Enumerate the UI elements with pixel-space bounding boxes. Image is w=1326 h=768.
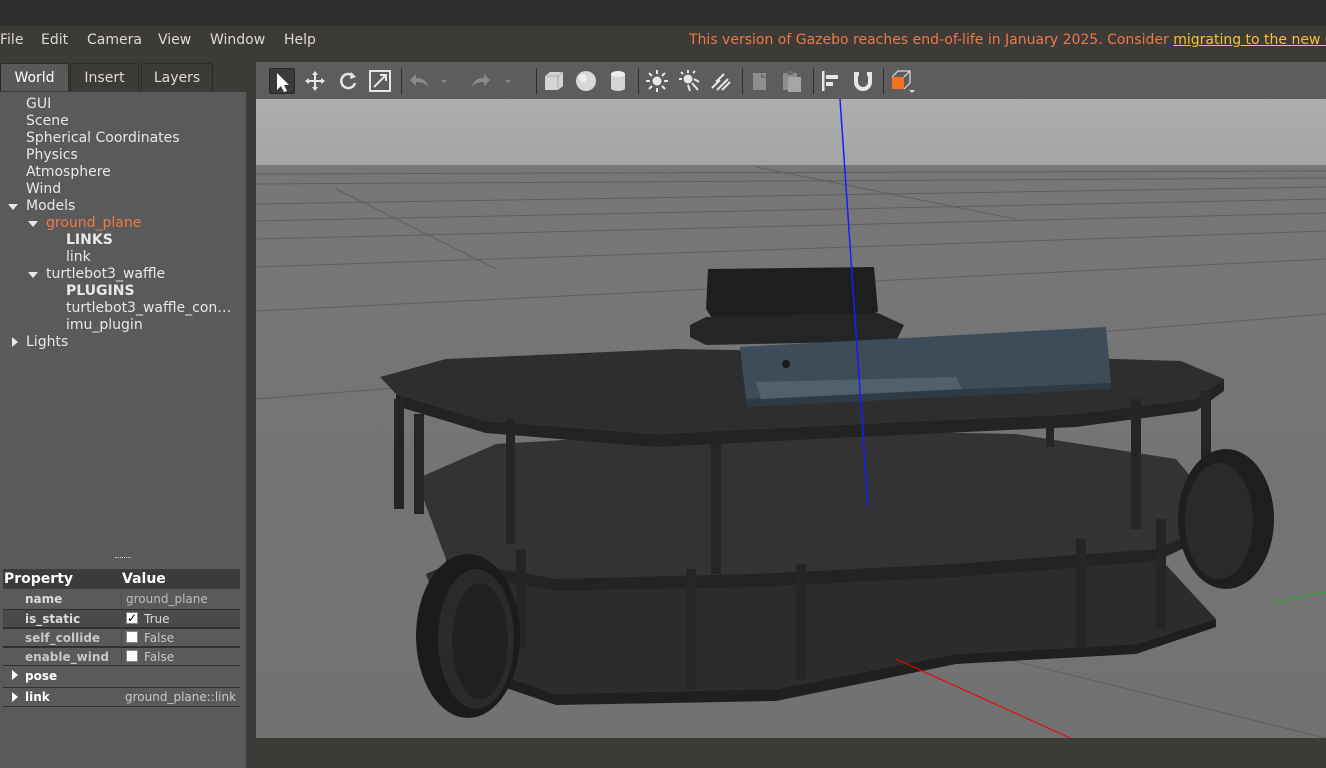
expand-turtlebot-icon[interactable]	[28, 272, 38, 278]
property-value-text: False	[144, 650, 175, 664]
expand-ground-plane-icon[interactable]	[28, 221, 38, 227]
property-row-link[interactable]: link ground_plane::link	[3, 687, 240, 707]
view-angle-icon[interactable]	[889, 68, 915, 94]
align-icon[interactable]	[818, 68, 844, 94]
expand-models-icon[interactable]	[8, 204, 18, 210]
tree-item-imu-plugin[interactable]: imu_plugin	[66, 317, 143, 334]
toolbar-separator	[813, 68, 814, 94]
tree-item-turtlebot3-waffle[interactable]: turtlebot3_waffle	[46, 266, 165, 283]
tree-item-physics[interactable]: Physics	[26, 147, 78, 164]
eol-notice: This version of Gazebo reaches end-of-li…	[689, 31, 1326, 49]
tree-item-atmosphere[interactable]: Atmosphere	[26, 164, 111, 181]
translate-icon[interactable]	[302, 68, 328, 94]
tab-insert[interactable]: Insert	[70, 63, 139, 91]
panel-tabs: World Insert Layers	[0, 62, 246, 92]
sky	[256, 99, 1326, 165]
menu-bar: File Edit Camera View Window Help This v…	[0, 26, 1326, 54]
property-row-self-collide: self_collide False	[3, 628, 240, 648]
property-value-link: ground_plane::link	[125, 690, 237, 704]
property-value-is-static: ✓ True	[121, 610, 240, 629]
menu-view[interactable]: View	[158, 31, 191, 49]
expand-link-icon[interactable]	[12, 692, 18, 702]
expand-lights-icon[interactable]	[12, 337, 18, 347]
property-value-self-collide: False	[121, 629, 240, 648]
property-value-name[interactable]: ground_plane	[121, 590, 240, 609]
property-row-pose[interactable]: pose	[3, 667, 240, 686]
toolbar-separator	[883, 68, 884, 94]
toolbar-separator	[742, 68, 743, 94]
property-label: enable_wind	[25, 650, 109, 664]
expand-pose-icon[interactable]	[12, 670, 18, 680]
property-row-is-static: is_static ✓ True	[3, 609, 240, 629]
tree-item-spherical-coordinates[interactable]: Spherical Coordinates	[26, 130, 180, 147]
tree-item-gui[interactable]: GUI	[26, 96, 51, 113]
property-value-text: True	[144, 612, 170, 626]
copy-icon[interactable]	[747, 68, 773, 94]
3d-scene[interactable]	[256, 98, 1326, 738]
tree-item-lights[interactable]: Lights	[26, 334, 68, 351]
menu-window[interactable]: Window	[210, 31, 265, 49]
enable-wind-checkbox[interactable]	[126, 650, 138, 662]
property-table-header: Property Value	[3, 569, 240, 589]
tree-item-ground-plane[interactable]: ground_plane	[46, 215, 141, 232]
select-mode-icon[interactable]	[269, 68, 295, 94]
property-label: name	[25, 592, 63, 606]
tree-header-links: LINKS	[66, 232, 113, 248]
tree-item-wind[interactable]: Wind	[26, 181, 61, 198]
directional-light-icon[interactable]	[708, 68, 734, 94]
menu-help[interactable]: Help	[284, 31, 316, 49]
header-property: Property	[4, 571, 74, 587]
scene-render	[256, 98, 1326, 738]
title-bar	[0, 0, 1326, 26]
undo-history-chevron-down-icon[interactable]	[438, 68, 450, 94]
property-label: pose	[25, 669, 58, 683]
point-light-icon[interactable]	[644, 68, 670, 94]
property-label: is_static	[25, 612, 81, 626]
scale-icon[interactable]	[367, 68, 393, 94]
property-value-enable-wind: False	[121, 648, 240, 667]
paste-icon[interactable]	[779, 68, 805, 94]
snap-icon[interactable]	[850, 68, 876, 94]
header-value: Value	[122, 571, 166, 587]
tree-header-plugins: PLUGINS	[66, 283, 135, 299]
redo-icon[interactable]	[468, 68, 494, 94]
eol-notice-text: This version of Gazebo reaches end-of-li…	[689, 32, 1174, 48]
undo-icon[interactable]	[406, 68, 432, 94]
rotate-icon[interactable]	[335, 68, 361, 94]
property-row-enable-wind: enable_wind False	[3, 647, 240, 667]
sphere-icon[interactable]	[573, 68, 599, 94]
eol-migration-link[interactable]: migrating to the new Gaze	[1173, 32, 1326, 48]
tree-item-waffle-controller[interactable]: turtlebot3_waffle_con…	[66, 300, 231, 317]
property-label: self_collide	[25, 631, 101, 645]
toolbar-separator	[401, 68, 402, 94]
is-static-checkbox[interactable]: ✓	[126, 612, 138, 624]
menu-edit[interactable]: Edit	[41, 31, 68, 49]
box-icon[interactable]	[541, 68, 567, 94]
panel-splitter[interactable]	[0, 555, 246, 567]
tree-item-scene[interactable]: Scene	[26, 113, 69, 130]
tab-world[interactable]: World	[0, 63, 69, 91]
tree-item-link[interactable]: link	[66, 249, 91, 266]
redo-history-chevron-down-icon[interactable]	[502, 68, 514, 94]
splitter-grip-icon	[115, 557, 131, 560]
property-value-text: ground_plane	[126, 592, 208, 606]
spot-light-icon[interactable]	[676, 68, 702, 94]
self-collide-checkbox[interactable]	[126, 631, 138, 643]
property-label: link	[25, 690, 50, 704]
property-value-text: False	[144, 631, 175, 645]
3d-viewport[interactable]	[256, 62, 1326, 738]
menu-file[interactable]: File	[0, 31, 23, 49]
menu-camera[interactable]: Camera	[87, 31, 142, 49]
tab-layers[interactable]: Layers	[141, 63, 213, 91]
viewport-toolbar	[256, 62, 1326, 100]
cylinder-icon[interactable]	[605, 68, 631, 94]
toolbar-separator	[536, 68, 537, 94]
property-row-name: name ground_plane	[3, 590, 240, 609]
toolbar-separator	[638, 68, 639, 94]
tree-item-models[interactable]: Models	[26, 198, 75, 215]
